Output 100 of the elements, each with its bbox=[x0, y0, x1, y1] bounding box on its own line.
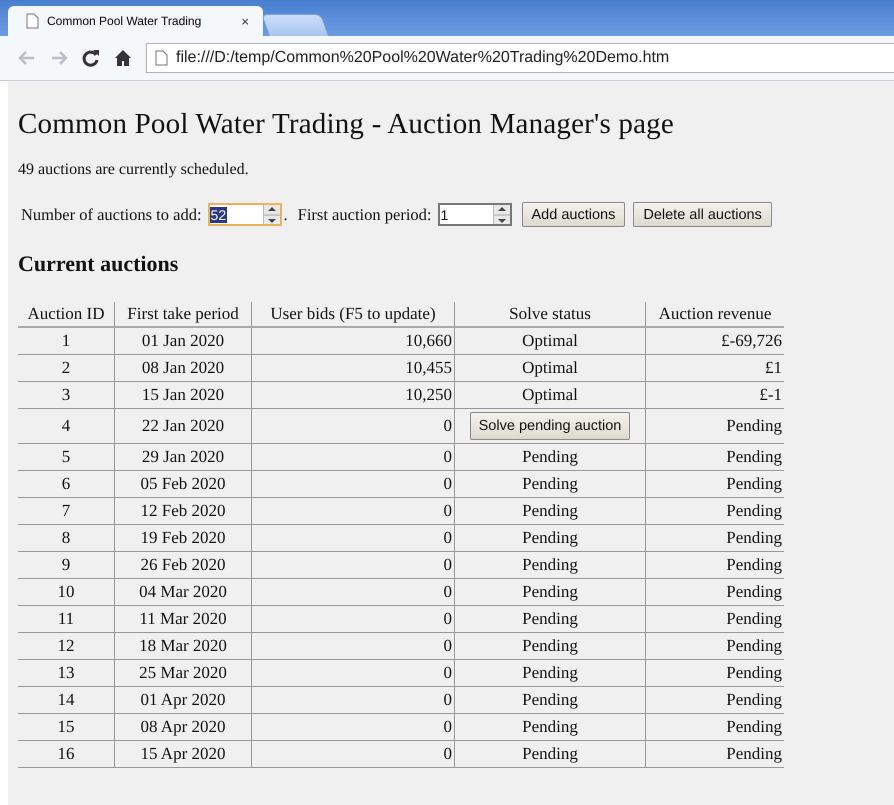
table-cell: Pending bbox=[646, 714, 784, 740]
page-icon bbox=[155, 50, 168, 66]
table-cell: Pending bbox=[646, 660, 784, 686]
browser-tab[interactable] bbox=[261, 14, 329, 36]
table-cell: 10,660 bbox=[252, 327, 454, 354]
table-cell: Pending bbox=[646, 470, 784, 498]
table-cell: 10 bbox=[18, 578, 114, 606]
table-cell: 0 bbox=[252, 498, 454, 524]
table-cell: Pending bbox=[454, 740, 646, 768]
table-cell: £-1 bbox=[646, 382, 784, 408]
table-cell: 11 Mar 2020 bbox=[114, 606, 252, 632]
table-cell: 10,250 bbox=[252, 382, 454, 408]
table-cell: 6 bbox=[18, 470, 114, 498]
table-cell: Pending bbox=[646, 606, 784, 632]
table-cell: 13 bbox=[18, 660, 114, 686]
table-cell: 0 bbox=[252, 714, 454, 740]
table-cell: Pending bbox=[454, 444, 646, 470]
table-cell: 01 Jan 2020 bbox=[114, 327, 252, 354]
table-cell: 25 Mar 2020 bbox=[114, 660, 252, 686]
column-header: Solve status bbox=[454, 302, 646, 327]
table-cell: 16 bbox=[18, 740, 114, 768]
table-cell: 12 bbox=[18, 632, 114, 660]
table-cell: 14 bbox=[18, 686, 114, 714]
column-header: Auction ID bbox=[18, 302, 114, 327]
reload-icon[interactable] bbox=[82, 49, 100, 67]
number-field[interactable]: 52 bbox=[208, 203, 282, 226]
table-cell: Pending bbox=[454, 552, 646, 578]
table-cell: Optimal bbox=[454, 354, 646, 382]
table-cell: £1 bbox=[646, 354, 784, 382]
table-cell: 01 Apr 2020 bbox=[114, 686, 252, 714]
column-header: Auction revenue bbox=[646, 302, 784, 327]
address-bar[interactable]: file:///D:/temp/Common%20Pool%20Water%20Trading%20Demo.htm bbox=[146, 43, 894, 73]
table-cell: 10,455 bbox=[252, 354, 454, 382]
table-cell: 5 bbox=[18, 444, 114, 470]
table-cell: 0 bbox=[252, 632, 454, 660]
close-icon[interactable]: × bbox=[241, 14, 249, 28]
table-cell: 04 Mar 2020 bbox=[114, 578, 252, 606]
table-cell: Pending bbox=[646, 632, 784, 660]
number-field[interactable]: 1 bbox=[438, 203, 512, 226]
table-cell: 0 bbox=[252, 660, 454, 686]
table-cell: 0 bbox=[252, 552, 454, 578]
table-cell: Pending bbox=[646, 740, 784, 768]
table-cell: Pending bbox=[454, 660, 646, 686]
table-cell: Pending bbox=[454, 578, 646, 606]
table-cell: 1 bbox=[18, 327, 114, 354]
table-cell: 08 Apr 2020 bbox=[114, 714, 252, 740]
solve-button[interactable]: Solve pending auction bbox=[470, 412, 630, 440]
table-cell: Pending bbox=[646, 686, 784, 714]
spinner-arrows-icon[interactable] bbox=[264, 205, 280, 224]
table-cell: Pending bbox=[646, 524, 784, 552]
table-cell: Optimal bbox=[454, 382, 646, 408]
table-cell: 7 bbox=[18, 498, 114, 524]
field-label: Number of auctions to add: bbox=[21, 204, 202, 224]
table-cell: 15 Jan 2020 bbox=[114, 382, 252, 408]
home-icon[interactable] bbox=[114, 49, 132, 67]
table-cell: Pending bbox=[646, 578, 784, 606]
table-cell: 0 bbox=[252, 470, 454, 498]
table-cell: Pending bbox=[646, 444, 784, 470]
table-cell: 29 Jan 2020 bbox=[114, 444, 252, 470]
table-cell: 0 bbox=[252, 524, 454, 552]
table-cell: £-69,726 bbox=[646, 327, 784, 354]
spinner-arrows-icon[interactable] bbox=[494, 205, 510, 224]
punctuation-text: . bbox=[284, 204, 288, 224]
table-cell: 18 Mar 2020 bbox=[114, 632, 252, 660]
page-title: Common Pool Water Trading - Auction Manager's page bbox=[18, 107, 675, 141]
table-cell: 0 bbox=[252, 444, 454, 470]
table-cell: Pending bbox=[454, 686, 646, 714]
column-header: First take period bbox=[114, 302, 252, 327]
table-cell: Pending bbox=[454, 632, 646, 660]
browser-tab[interactable]: Common Pool Water Trading × bbox=[8, 6, 263, 36]
table-cell: 0 bbox=[252, 578, 454, 606]
action-button[interactable]: Delete all auctions bbox=[633, 202, 772, 227]
table-cell: 9 bbox=[18, 552, 114, 578]
table-cell: 05 Feb 2020 bbox=[114, 470, 252, 498]
table-cell: 15 bbox=[18, 714, 114, 740]
table-cell: 15 Apr 2020 bbox=[114, 740, 252, 768]
table-cell: Pending bbox=[646, 552, 784, 578]
table-cell: 0 bbox=[252, 408, 454, 444]
table-cell: 3 bbox=[18, 382, 114, 408]
table-cell: 2 bbox=[18, 354, 114, 382]
field-label: First auction period: bbox=[298, 204, 432, 224]
table-cell: Pending bbox=[454, 524, 646, 552]
table-cell: Pending bbox=[454, 498, 646, 524]
table-cell: 4 bbox=[18, 408, 114, 444]
table-cell: Pending bbox=[454, 714, 646, 740]
table-cell: 19 Feb 2020 bbox=[114, 524, 252, 552]
table-cell: 12 Feb 2020 bbox=[114, 498, 252, 524]
column-header: User bids (F5 to update) bbox=[252, 302, 454, 327]
action-button[interactable]: Add auctions bbox=[522, 202, 626, 227]
table-cell: Pending bbox=[454, 470, 646, 498]
table-cell: 0 bbox=[252, 606, 454, 632]
table-cell: Optimal bbox=[454, 327, 646, 354]
page-icon bbox=[26, 13, 39, 29]
table-cell: 22 Jan 2020 bbox=[114, 408, 252, 444]
table-cell: 0 bbox=[252, 686, 454, 714]
section-heading: Current auctions bbox=[18, 251, 180, 277]
table-cell: Pending bbox=[646, 408, 784, 444]
table-cell: 26 Feb 2020 bbox=[114, 552, 252, 578]
table-cell: 0 bbox=[252, 740, 454, 768]
table-cell: 8 bbox=[18, 524, 114, 552]
